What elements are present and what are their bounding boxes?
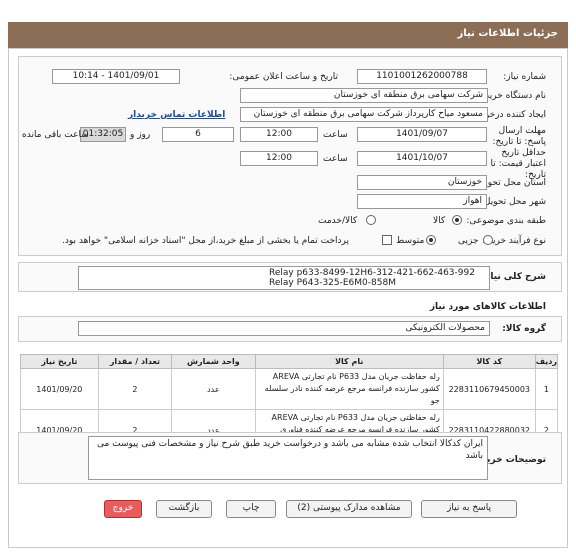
- province-field: خوزستان: [357, 175, 487, 190]
- cell-code: 2283110679450003: [442, 368, 536, 410]
- summary-line-2: Relay P643-325-E6M0-858M: [269, 278, 396, 288]
- need-number-label: شماره نیاز:: [503, 72, 546, 82]
- validity-hour-label: ساعت: [323, 154, 348, 164]
- cell-name: رله حفاظت جریان مدل P633 نام تجارتی AREV…: [254, 368, 444, 410]
- back-button[interactable]: بازگشت: [156, 500, 212, 518]
- remaining-label: ساعت باقی مانده: [22, 130, 89, 140]
- col-qty: تعداد / مقدار: [97, 354, 173, 369]
- page-title: جزئیات اطلاعات نیاز: [457, 28, 558, 39]
- reply-button[interactable]: پاسخ به نیاز: [421, 500, 517, 518]
- buyer-contact-link[interactable]: اطلاعات تماس خریدار: [128, 110, 225, 120]
- category-goods-service-radio[interactable]: [366, 215, 376, 225]
- table-row: 1 2283110679450003 رله حفاظت جریان مدل P…: [20, 368, 559, 410]
- goods-table-header: ردیف کد کالا نام کالا واحد شمارش تعداد /…: [20, 354, 559, 369]
- treasury-payment-note: پرداخت تمام یا بخشی از مبلغ خرید،از محل …: [62, 236, 350, 246]
- validity-date-field: 1401/10/07: [357, 151, 487, 166]
- process-partial-label: جزیی: [458, 236, 479, 246]
- buyer-org-field: شرکت سهامی برق منطقه ای خوزستان: [240, 88, 488, 103]
- col-name: نام کالا: [254, 354, 444, 369]
- category-goods-radio[interactable]: [452, 215, 462, 225]
- category-goods-service-label: کالا/خدمت: [318, 216, 358, 226]
- days-label: روز و: [130, 130, 151, 140]
- cell-unit: عدد: [171, 368, 256, 410]
- days-field: 6: [162, 127, 234, 142]
- cell-date: 1401/09/20: [20, 368, 99, 410]
- announce-field: 1401/09/01 - 10:14: [52, 69, 180, 84]
- announce-label: تاریخ و ساعت اعلان عمومی:: [229, 72, 338, 82]
- print-button[interactable]: چاپ: [226, 500, 276, 518]
- need-number-field: 1101001262000788: [357, 69, 487, 84]
- process-medium-radio[interactable]: [426, 235, 436, 245]
- category-goods-label: کالا: [433, 216, 446, 226]
- page-title-bar: جزئیات اطلاعات نیاز: [8, 22, 568, 48]
- deadline-date-field: 1401/09/07: [357, 127, 487, 142]
- deadline-label: مهلت ارسال پاسخ: تا تاریخ:: [492, 126, 546, 147]
- exit-button[interactable]: خروج: [104, 500, 142, 518]
- summary-line-1: Relay p633-8499-12H6-312-421-662-463-992: [269, 268, 475, 278]
- city-label: شهر محل تحویل:: [480, 197, 546, 207]
- treasury-payment-checkbox[interactable]: [382, 235, 392, 245]
- validity-label: حداقل تاریخ اعتبار قیمت: تا تاریخ:: [490, 148, 546, 180]
- summary-field: Relay p633-8499-12H6-312-421-662-463-992…: [78, 266, 490, 290]
- col-date: تاریخ نیاز: [20, 354, 99, 369]
- buyer-notes-field: ایران کدکالا انتخاب شده مشابه می باشد و …: [88, 436, 488, 480]
- col-row: ردیف: [534, 354, 559, 369]
- summary-label: شرح کلی نیاز:: [481, 272, 546, 282]
- category-label: طبقه بندی موضوعی:: [466, 216, 546, 226]
- goods-group-field: محصولات الکترونیکی: [78, 321, 490, 336]
- goods-group-label: گروه کالا:: [502, 324, 546, 334]
- cell-qty: 2: [97, 368, 173, 410]
- city-field: اهواز: [357, 194, 487, 209]
- col-unit: واحد شمارش: [171, 354, 256, 369]
- creator-field: مسعود میاح کارپرداز شرکت سهامی برق منطقه…: [240, 107, 488, 122]
- process-medium-label: متوسط: [396, 236, 425, 246]
- view-attachments-button[interactable]: مشاهده مدارک پیوستی (2): [286, 500, 412, 518]
- cell-row: 1: [534, 368, 559, 410]
- goods-section-title: اطلاعات کالاهای مورد نیاز: [429, 302, 546, 312]
- deadline-hour-label: ساعت: [323, 130, 348, 140]
- validity-time-field: 12:00: [240, 151, 318, 166]
- col-code: کد کالا: [442, 354, 536, 369]
- deadline-time-field: 12:00: [240, 127, 318, 142]
- process-partial-radio[interactable]: [483, 235, 493, 245]
